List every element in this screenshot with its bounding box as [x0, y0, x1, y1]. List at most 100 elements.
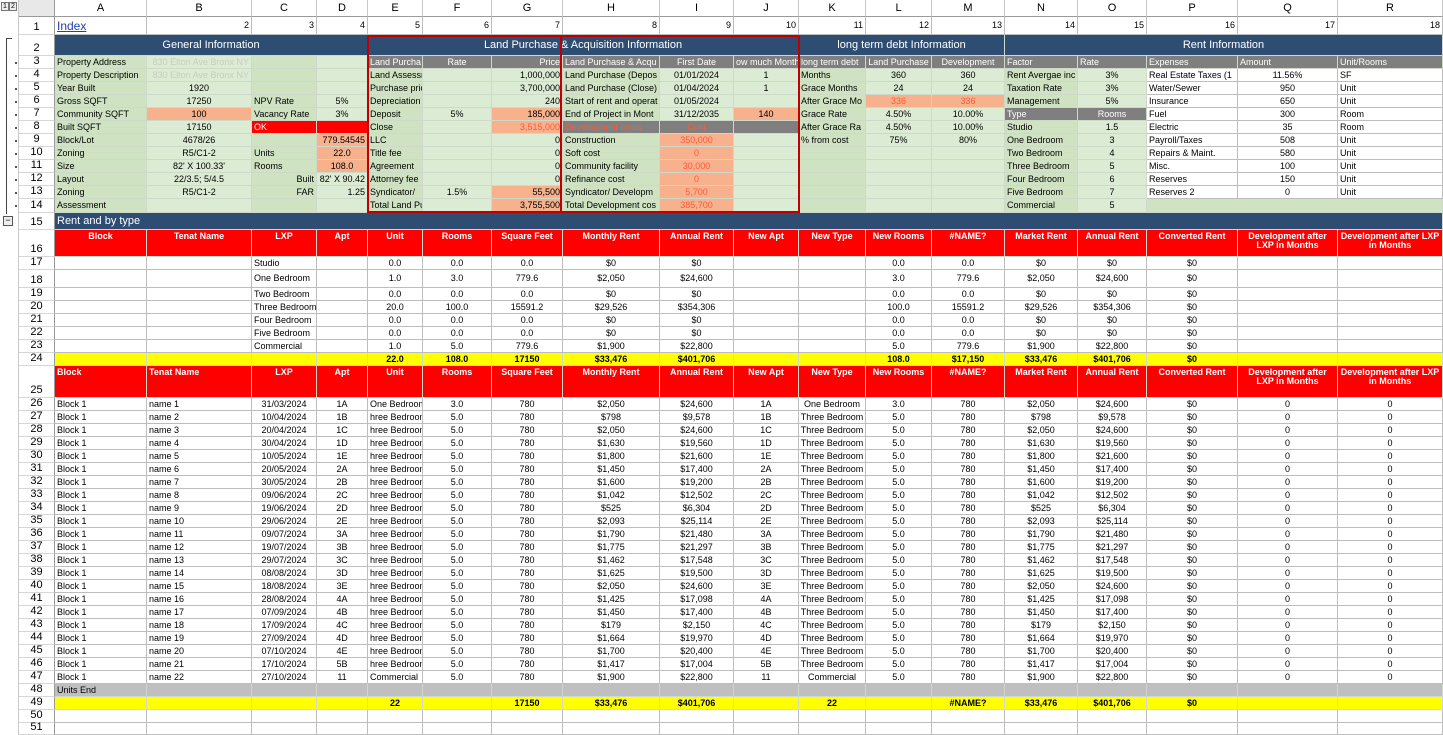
unit-row-cell[interactable]: 780	[492, 450, 563, 463]
summary-col-header[interactable]: Square Feet	[492, 230, 563, 257]
debt-col-header[interactable]: long term debt	[799, 56, 866, 69]
cell-Q21[interactable]	[1238, 314, 1338, 327]
unit-row-cell[interactable]: 0	[1238, 450, 1338, 463]
row-header-17[interactable]: 17	[19, 256, 55, 270]
cell-L51[interactable]	[866, 723, 932, 735]
summary-sqft[interactable]: 0.0	[492, 288, 563, 301]
row1-number[interactable]: 10	[734, 17, 799, 35]
unit-row-cell[interactable]: Three Bedroom	[799, 476, 866, 489]
unit-row-cell[interactable]: $20,400	[660, 645, 734, 658]
unit-row-cell[interactable]: $0	[1147, 632, 1238, 645]
type-rooms[interactable]: 5	[1078, 199, 1147, 213]
unit-row-cell[interactable]: 4A	[734, 593, 799, 606]
dev-cost-label[interactable]: Refinance cost	[563, 173, 660, 186]
expense-amount[interactable]: 0	[1238, 186, 1338, 199]
unit-row-cell[interactable]: 0	[1238, 619, 1338, 632]
factor-col-header[interactable]: Factor	[1005, 56, 1078, 69]
column-header-M[interactable]: M	[932, 0, 1005, 17]
summary-converted[interactable]: $0	[1147, 314, 1238, 327]
expense-name[interactable]: Misc.	[1147, 160, 1238, 173]
unit-row-cell[interactable]: $1,625	[563, 567, 660, 580]
cell-J48[interactable]	[734, 684, 799, 697]
unit-row-cell[interactable]: Three Bedroom	[799, 658, 866, 671]
unit-row-cell[interactable]: 1C	[734, 424, 799, 437]
summary-col-header[interactable]: New Type	[799, 230, 866, 257]
unit-row-cell[interactable]: 0	[1238, 463, 1338, 476]
land-item-price[interactable]: 0	[492, 147, 563, 160]
unit-row-cell[interactable]: $1,790	[563, 528, 660, 541]
column-header-I[interactable]: I	[660, 0, 734, 17]
unit-row-cell[interactable]: 0	[1238, 606, 1338, 619]
unit-row-cell[interactable]: name 8	[147, 489, 252, 502]
expense-name[interactable]: Fuel	[1147, 108, 1238, 121]
cell-N48[interactable]	[1005, 684, 1078, 697]
unit-row-cell[interactable]: 780	[492, 580, 563, 593]
row-header-14[interactable]: 14	[19, 199, 55, 213]
unit-row-cell[interactable]: 3D	[734, 567, 799, 580]
cell-M12[interactable]	[932, 173, 1005, 186]
unit-row-cell[interactable]: 5.0	[866, 619, 932, 632]
unit-row-cell[interactable]: Block 1	[55, 515, 147, 528]
index-link[interactable]: Index	[55, 17, 147, 35]
cell-J20[interactable]	[734, 301, 799, 314]
built-label[interactable]: Built	[252, 173, 317, 186]
unit-row-cell[interactable]: $0	[1147, 580, 1238, 593]
summary-col-header[interactable]: Market Rent	[1005, 230, 1078, 257]
row-header-1[interactable]: 1	[19, 17, 55, 35]
summary-annual2[interactable]: $0	[1078, 314, 1147, 327]
unit-row-cell[interactable]: Block 1	[55, 450, 147, 463]
unit-row-cell[interactable]: Three Bedroom	[799, 515, 866, 528]
cell-A20[interactable]	[55, 301, 147, 314]
unit-row-cell[interactable]: Block 1	[55, 541, 147, 554]
land-item-rate[interactable]	[423, 147, 492, 160]
unit-row-cell[interactable]: $24,600	[1078, 398, 1147, 411]
row-header-13[interactable]: 13	[19, 185, 55, 199]
unit-row-cell[interactable]: $21,297	[1078, 541, 1147, 554]
general-label[interactable]: Year Built	[55, 82, 147, 95]
summary-annual[interactable]: $24,600	[660, 270, 734, 288]
unit-row-cell[interactable]: hree Bedroom	[368, 632, 423, 645]
cell-B24[interactable]	[147, 353, 252, 366]
general-value[interactable]: R5/C1-2	[147, 147, 252, 160]
unit-row-cell[interactable]: 0	[1338, 593, 1443, 606]
cell-D8[interactable]	[317, 121, 368, 134]
summary-converted[interactable]: $0	[1147, 301, 1238, 314]
unit-row-cell[interactable]: hree Bedroom	[368, 593, 423, 606]
unit-row-cell[interactable]: 5.0	[423, 476, 492, 489]
unit-row-cell[interactable]: name 1	[147, 398, 252, 411]
units-end-label[interactable]: Units End	[55, 684, 147, 697]
land-item-price[interactable]: 185,000	[492, 108, 563, 121]
units-col-header[interactable]: Rooms	[423, 366, 492, 398]
cell-Q23[interactable]	[1238, 340, 1338, 353]
dev-cost-col-header[interactable]: Cost	[660, 121, 734, 134]
factor-label[interactable]: Taxation Rate	[1005, 82, 1078, 95]
unit-row-cell[interactable]: 2B	[734, 476, 799, 489]
cell-K18[interactable]	[799, 270, 866, 288]
unit-row-cell[interactable]: name 5	[147, 450, 252, 463]
ok-flag[interactable]: OK	[252, 121, 317, 134]
unit-row-cell[interactable]: 4E	[734, 645, 799, 658]
expense-name[interactable]: Repairs & Maint.	[1147, 147, 1238, 160]
summary-annual2[interactable]: $22,800	[1078, 340, 1147, 353]
cell-A51[interactable]	[55, 723, 147, 735]
unit-row-cell[interactable]: Commercial	[799, 671, 866, 684]
general-value[interactable]: 830 Elton Ave Bronx NY	[147, 69, 252, 82]
unit-row-cell[interactable]: 780	[932, 606, 1005, 619]
type-rooms[interactable]: 5	[1078, 160, 1147, 173]
unit-row-cell[interactable]: $0	[1147, 424, 1238, 437]
cell-L50[interactable]	[866, 710, 932, 723]
dev-cost-label[interactable]: Soft cost	[563, 147, 660, 160]
unit-row-cell[interactable]: name 10	[147, 515, 252, 528]
vacancy-rate-label[interactable]: Vacancy Rate	[252, 108, 317, 121]
unit-row-cell[interactable]: 4B	[734, 606, 799, 619]
row1-number[interactable]: 9	[660, 17, 734, 35]
row1-number[interactable]: 7	[492, 17, 563, 35]
summary-market[interactable]: $29,526	[1005, 301, 1078, 314]
cell-M50[interactable]	[932, 710, 1005, 723]
column-header-E[interactable]: E	[368, 0, 423, 17]
general-value[interactable]: 100	[147, 108, 252, 121]
cell-J19[interactable]	[734, 288, 799, 301]
summary-unit[interactable]: 1.0	[368, 340, 423, 353]
expense-name[interactable]: Water/Sewer	[1147, 82, 1238, 95]
unit-row-cell[interactable]: 07/10/2024	[252, 645, 317, 658]
